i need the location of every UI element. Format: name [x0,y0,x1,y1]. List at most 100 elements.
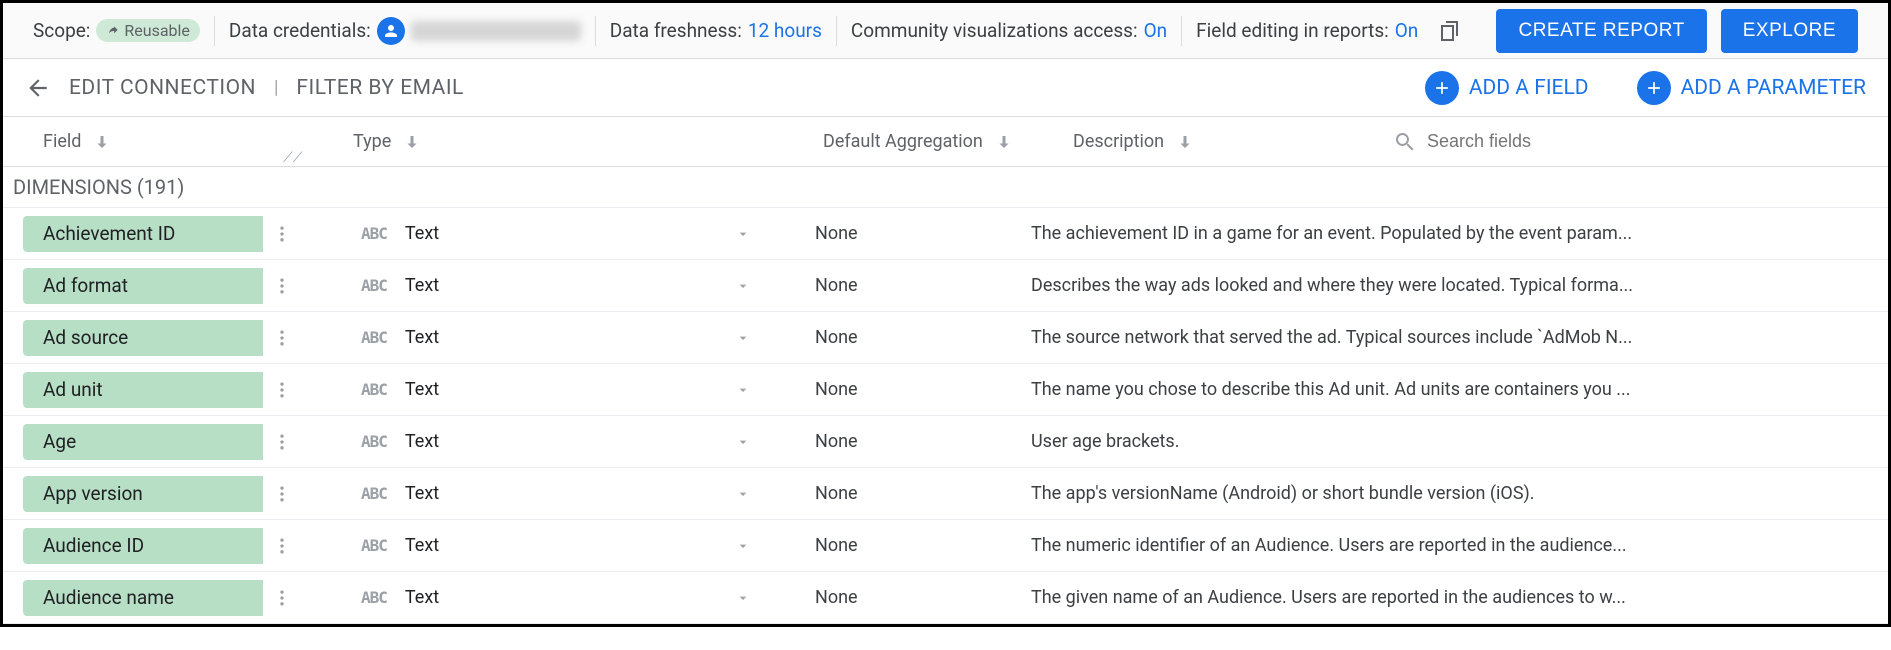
aggregation-cell[interactable]: None [781,431,1031,452]
dropdown-caret-icon [735,382,751,398]
field-editing-info: Field editing in reports: On [1196,19,1418,42]
add-field-button[interactable]: ADD A FIELD [1425,71,1589,105]
sort-arrow-icon [995,133,1013,151]
more-vert-icon [272,588,292,608]
plus-circle-icon [1637,71,1671,105]
field-name: Audience name [43,586,174,609]
type-badge-icon: ABC [361,588,387,607]
type-value: Text [405,327,439,348]
dropdown-caret-icon [735,538,751,554]
table-row: Audience name ABC Text None The given na… [3,572,1888,624]
type-value: Text [405,535,439,556]
add-parameter-button[interactable]: ADD A PARAMETER [1637,71,1866,105]
field-chip[interactable]: Audience ID [23,528,263,564]
row-menu-button[interactable] [263,432,301,452]
row-menu-button[interactable] [263,588,301,608]
freshness-value[interactable]: 12 hours [748,19,822,42]
field-chip[interactable]: Age [23,424,263,460]
type-cell[interactable]: ABC Text [301,379,781,400]
column-type-label: Type [353,131,391,152]
community-access-value[interactable]: On [1144,19,1168,42]
separator: | [274,77,278,98]
row-menu-button[interactable] [263,276,301,296]
scope-badge-text: Reusable [124,21,189,40]
dropdown-caret-icon [735,278,751,294]
type-cell[interactable]: ABC Text [301,223,781,244]
field-chip[interactable]: Ad unit [23,372,263,408]
sort-arrow-icon [93,133,111,151]
field-chip[interactable]: Achievement ID [23,216,263,252]
more-vert-icon [272,484,292,504]
table-header: Field Type Default Aggregation Descripti… [3,117,1888,167]
aggregation-value: None [815,587,858,608]
aggregation-cell[interactable]: None [781,327,1031,348]
row-menu-button[interactable] [263,224,301,244]
table-row: Achievement ID ABC Text None The achieve… [3,208,1888,260]
scope-info: Scope: Reusable [33,19,200,42]
field-chip[interactable]: App version [23,476,263,512]
field-chip[interactable]: Ad format [23,268,263,304]
description-cell: The app's versionName (Android) or short… [1031,483,1874,504]
search-input[interactable] [1427,131,1627,152]
column-aggregation[interactable]: Default Aggregation [823,131,1073,152]
type-cell[interactable]: ABC Text [301,431,781,452]
column-field[interactable]: Field [43,131,353,152]
row-menu-button[interactable] [263,536,301,556]
scope-label: Scope: [33,19,90,42]
description-cell: The given name of an Audience. Users are… [1031,587,1874,608]
aggregation-value: None [815,275,858,296]
aggregation-cell[interactable]: None [781,223,1031,244]
more-vert-icon [272,224,292,244]
back-button[interactable] [25,75,51,101]
aggregation-value: None [815,223,858,244]
field-chip[interactable]: Audience name [23,580,263,616]
more-vert-icon [272,328,292,348]
row-menu-button[interactable] [263,484,301,504]
create-report-button[interactable]: CREATE REPORT [1496,9,1706,53]
edit-connection-link[interactable]: EDIT CONNECTION [69,76,256,100]
table-row: Audience ID ABC Text None The numeric id… [3,520,1888,572]
table-row: App version ABC Text None The app's vers… [3,468,1888,520]
type-badge-icon: ABC [361,380,387,399]
description-cell: The source network that served the ad. T… [1031,327,1874,348]
aggregation-cell[interactable]: None [781,587,1031,608]
freshness-info: Data freshness: 12 hours [610,19,822,42]
search-icon [1393,130,1417,154]
search-container [1393,130,1874,154]
table-row: Ad source ABC Text None The source netwo… [3,312,1888,364]
aggregation-cell[interactable]: None [781,535,1031,556]
row-menu-button[interactable] [263,380,301,400]
freshness-label: Data freshness: [610,19,742,42]
aggregation-cell[interactable]: None [781,379,1031,400]
add-parameter-label: ADD A PARAMETER [1681,76,1866,100]
row-menu-button[interactable] [263,328,301,348]
explore-button[interactable]: EXPLORE [1721,9,1858,53]
type-cell[interactable]: ABC Text [301,327,781,348]
field-chip[interactable]: Ad source [23,320,263,356]
filter-by-email-link[interactable]: FILTER BY EMAIL [296,76,463,100]
type-cell[interactable]: ABC Text [301,275,781,296]
divider [595,16,596,46]
column-description[interactable]: Description [1073,131,1393,152]
field-name: Age [43,430,76,453]
plus-circle-icon [1425,71,1459,105]
type-badge-icon: ABC [361,536,387,555]
credentials-owner-redacted [411,21,581,41]
type-cell[interactable]: ABC Text [301,587,781,608]
column-type[interactable]: Type [353,131,823,152]
aggregation-cell[interactable]: None [781,275,1031,296]
field-name: Ad unit [43,378,103,401]
column-resize-handle[interactable]: ⟋⟋ [283,150,303,166]
arrow-left-icon [25,75,51,101]
type-cell[interactable]: ABC Text [301,535,781,556]
type-cell[interactable]: ABC Text [301,483,781,504]
copy-button[interactable] [1432,13,1468,49]
dropdown-caret-icon [735,434,751,450]
scope-badge[interactable]: Reusable [96,19,199,42]
aggregation-cell[interactable]: None [781,483,1031,504]
description-cell: The numeric identifier of an Audience. U… [1031,535,1874,556]
table-row: Ad format ABC Text None Describes the wa… [3,260,1888,312]
divider [214,16,215,46]
field-editing-value[interactable]: On [1395,19,1419,42]
table-row: Age ABC Text None User age brackets. [3,416,1888,468]
